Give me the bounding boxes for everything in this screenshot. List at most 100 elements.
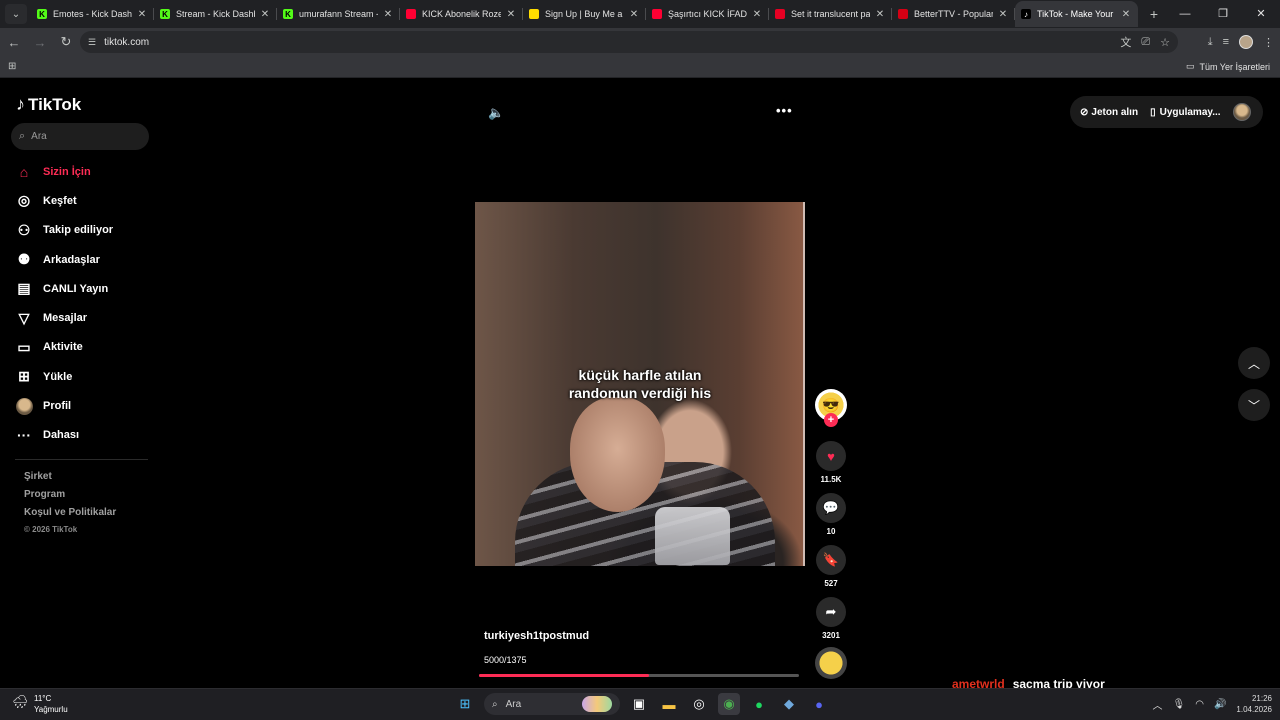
sidebar-item[interactable]: ⌂ Sizin İçin: [15, 157, 155, 186]
sidebar-item[interactable]: ⊞ Yükle: [15, 362, 155, 391]
footer-link-program[interactable]: Program: [24, 489, 116, 507]
translate-icon[interactable]: 文: [1120, 34, 1131, 50]
sidebar-divider: [15, 459, 148, 460]
apps-grid-icon[interactable]: ⊞: [8, 61, 19, 72]
sidebar-item[interactable]: ▤ CANLI Yayın: [15, 274, 155, 303]
file-explorer-icon[interactable]: ▬: [658, 693, 680, 715]
comment-icon[interactable]: 💬: [816, 493, 846, 523]
task-view-icon[interactable]: ▣: [628, 693, 650, 715]
menu-kebab-icon[interactable]: ⋮: [1263, 36, 1274, 49]
prev-video-button[interactable]: ︿: [1238, 347, 1270, 379]
maximize-button[interactable]: ❐: [1204, 0, 1242, 28]
profile-avatar[interactable]: [1239, 35, 1253, 49]
video-progress-fill: [479, 674, 649, 677]
video-progress-bar[interactable]: [479, 674, 799, 677]
sidebar-item-label: CANLI Yayın: [43, 282, 109, 295]
sidebar-item[interactable]: ⚇ Takip ediliyor: [15, 216, 155, 245]
music-disc-icon[interactable]: [815, 647, 847, 679]
tab-title: umurafann Stream - \: [299, 9, 378, 19]
browser-tab[interactable]: Kumurafann Stream - \ ✕: [277, 1, 400, 27]
browser-tab[interactable]: BetterTTV - Popular E ✕: [892, 1, 1015, 27]
close-tab-icon[interactable]: ✕: [628, 9, 640, 20]
forward-button[interactable]: →: [28, 35, 52, 50]
tiktok-logo[interactable]: ♪ TikTok: [16, 94, 81, 115]
site-info-icon[interactable]: ☰: [88, 37, 96, 48]
cast-icon[interactable]: ⎚: [1141, 36, 1150, 49]
window-controls: — ❐ ✕: [1166, 0, 1280, 28]
browser-tab[interactable]: ♪ TikTok - Make Your D ✕: [1015, 1, 1138, 27]
browser-tab[interactable]: Şaşırtıcı KICK İFADEL ✕: [646, 1, 769, 27]
close-tab-icon[interactable]: ✕: [382, 9, 394, 20]
discord-icon[interactable]: ●: [808, 693, 830, 715]
close-tab-icon[interactable]: ✕: [505, 9, 517, 20]
browser-tab[interactable]: KICK Abonelik Rozetl ✕: [400, 1, 523, 27]
sidebar-item[interactable]: Profil: [15, 391, 155, 420]
tab-search-button[interactable]: ⌄: [5, 4, 27, 24]
minimize-button[interactable]: —: [1166, 0, 1204, 28]
get-app-button[interactable]: ▯ Uygulamay...: [1150, 107, 1220, 118]
search-input[interactable]: ⌕ Ara: [11, 123, 149, 150]
video-author[interactable]: turkiyesh1tpostmud: [484, 630, 589, 642]
share-icon[interactable]: ➦: [816, 597, 846, 627]
browser-tab[interactable]: K Stream - Kick Dashbo ✕: [154, 1, 277, 27]
copyright-text: © 2026 TikTok: [24, 525, 78, 534]
back-button[interactable]: ←: [2, 35, 26, 50]
volume-icon[interactable]: 🔈: [488, 105, 504, 121]
bookmark-star-icon[interactable]: ☆: [1160, 36, 1170, 49]
sidebar-item[interactable]: ▽ Mesajlar: [15, 303, 155, 332]
close-tab-icon[interactable]: ✕: [1120, 9, 1132, 20]
video-caption-line2: randomun verdiği his: [568, 385, 712, 401]
phone-icon: ▯: [1150, 106, 1156, 118]
close-tab-icon[interactable]: ✕: [874, 9, 886, 20]
browser-tab[interactable]: K Emotes - Kick Dashbo ✕: [31, 1, 154, 27]
wifi-icon[interactable]: ◠: [1195, 699, 1204, 710]
reload-button[interactable]: ↻: [54, 34, 78, 50]
close-tab-icon[interactable]: ✕: [259, 9, 271, 20]
app-icon[interactable]: ◆: [778, 693, 800, 715]
more-options-icon[interactable]: •••: [776, 103, 793, 118]
browser-tab[interactable]: Set it translucent par ✕: [769, 1, 892, 27]
browser-tab[interactable]: Sign Up | Buy Me a C ✕: [523, 1, 646, 27]
bookmark-icon[interactable]: 🔖: [816, 545, 846, 575]
windows-start-icon[interactable]: ⊞: [454, 693, 476, 715]
creator-avatar[interactable]: 😎 +: [815, 389, 847, 427]
save-action: 🔖 527: [815, 545, 847, 588]
sidebar-item[interactable]: ··· Dahası: [15, 421, 155, 450]
reading-list-icon[interactable]: ≡: [1223, 36, 1229, 48]
url-text: tiktok.com: [104, 36, 150, 48]
weather-widget[interactable]: 🌧 11°C Yağmurlu: [12, 693, 68, 715]
chrome-icon[interactable]: ◉: [718, 693, 740, 715]
user-avatar[interactable]: [1233, 103, 1251, 121]
action-bar: 😎 + ♥ 11.5K 💬 10 🔖 527 ➦ 3201: [815, 389, 847, 640]
browser-tab-bar: ⌄ K Emotes - Kick Dashbo ✕ K Stream - Kick D…: [0, 0, 1280, 28]
compass-icon: ◎: [17, 192, 31, 209]
close-tab-icon[interactable]: ✕: [136, 9, 148, 20]
video-player[interactable]: küçük harfle atılan randomun verdiği his: [475, 202, 805, 566]
microphone-icon[interactable]: 🎙: [1173, 699, 1186, 710]
sidebar-item-label: Aktivite: [43, 341, 83, 354]
heart-icon[interactable]: ♥: [816, 441, 846, 471]
tray-chevron-icon[interactable]: ︿: [1153, 697, 1163, 712]
close-window-button[interactable]: ✕: [1242, 0, 1280, 28]
clock[interactable]: 21:26 1.04.2026: [1236, 693, 1272, 715]
like-count: 11.5K: [820, 475, 842, 484]
new-tab-button[interactable]: +: [1144, 6, 1164, 22]
all-bookmarks[interactable]: ▭ Tüm Yer İşaretleri: [1186, 61, 1270, 72]
sidebar-item[interactable]: ◎ Keşfet: [15, 186, 155, 215]
download-icon[interactable]: ⤓: [1208, 36, 1213, 49]
address-bar[interactable]: ☰ tiktok.com 文 ⎚ ☆: [80, 31, 1178, 53]
close-tab-icon[interactable]: ✕: [997, 9, 1009, 20]
steam-icon[interactable]: ◎: [688, 693, 710, 715]
spotify-icon[interactable]: ●: [748, 693, 770, 715]
get-coins-button[interactable]: ⊘ Jeton alın: [1080, 107, 1138, 118]
footer-link-terms[interactable]: Koşul ve Politikalar: [24, 507, 116, 525]
follow-plus-icon[interactable]: +: [824, 413, 838, 427]
sidebar-item[interactable]: ▭ Aktivite: [15, 333, 155, 362]
speaker-icon[interactable]: 🔊: [1214, 699, 1226, 710]
footer-link-company[interactable]: Şirket: [24, 471, 116, 489]
next-video-button[interactable]: ﹀: [1238, 389, 1270, 421]
close-tab-icon[interactable]: ✕: [751, 9, 763, 20]
taskbar-search[interactable]: ⌕ Ara: [484, 693, 620, 715]
video-description: 5000/1375: [484, 655, 527, 665]
sidebar-item[interactable]: ⚉ Arkadaşlar: [15, 245, 155, 274]
